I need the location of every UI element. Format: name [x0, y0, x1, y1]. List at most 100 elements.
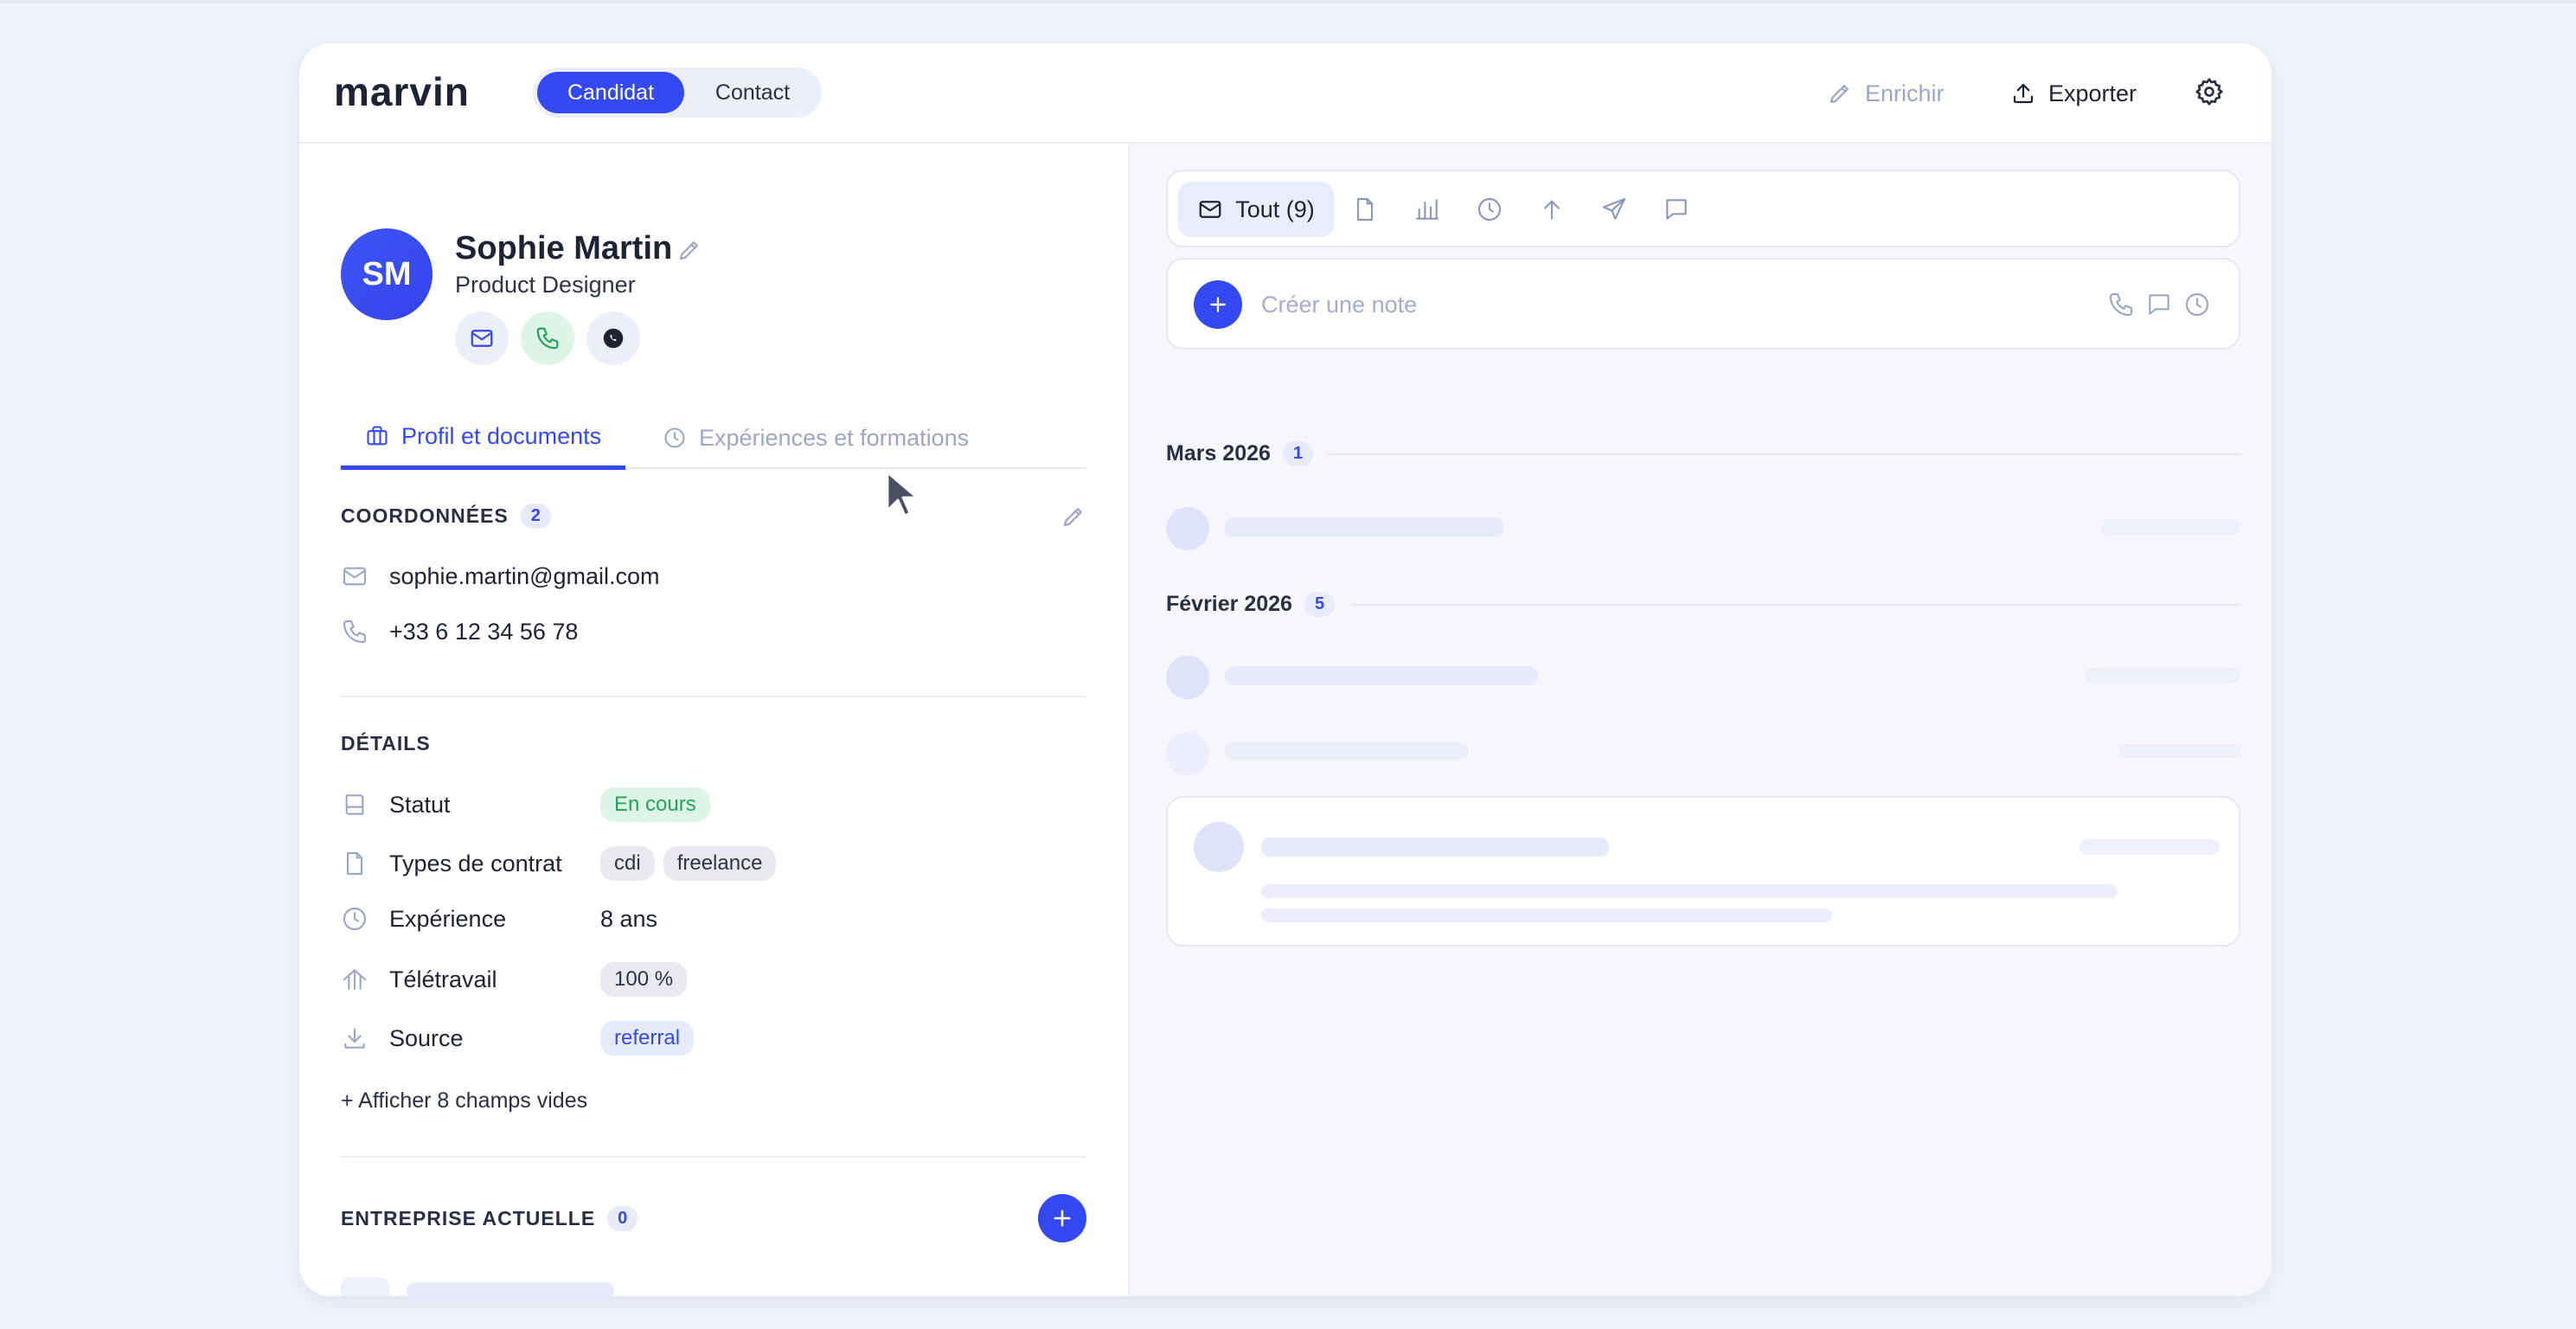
contract-tag-freelance[interactable]: freelance [663, 846, 777, 881]
mail-icon [343, 567, 367, 586]
create-note-bar [1166, 258, 2240, 350]
detail-label: Statut [389, 791, 451, 818]
home-arrow-icon [343, 969, 367, 990]
plus-icon [1054, 1210, 1071, 1227]
document-icon [346, 851, 363, 876]
skeleton-line [2102, 519, 2240, 535]
section-title: ENTREPRISE ACTUELLE [341, 1207, 596, 1229]
skeleton-line [2119, 744, 2240, 758]
tab-label: Profil et documents [401, 422, 602, 449]
month-divider-line [1351, 604, 2240, 606]
tab-experiences-formations[interactable]: Expériences et formations [663, 407, 969, 469]
edit-name-pencil-icon[interactable] [676, 237, 702, 263]
profile-tabs: Profil et documents Expériences et forma… [341, 407, 1086, 470]
filter-clock-icon[interactable] [1476, 196, 1503, 223]
show-empty-fields-link[interactable]: + Afficher 8 champs vides [341, 1088, 587, 1114]
activity-skeleton-card [1166, 796, 2240, 947]
toggle-candidat[interactable]: Candidat [537, 72, 684, 113]
source-badge[interactable]: referral [600, 1021, 695, 1056]
skeleton-line [1261, 838, 1609, 857]
whatsapp-icon [603, 328, 624, 349]
skeleton-avatar [1166, 732, 1209, 775]
filter-document-icon[interactable] [1351, 196, 1379, 223]
briefcase-icon [367, 426, 388, 446]
email-action-button[interactable] [455, 311, 509, 365]
schedule-clock-icon[interactable] [2183, 291, 2211, 318]
company-skeleton-logo [341, 1277, 389, 1296]
mode-toggle: Candidat Contact [533, 67, 822, 118]
activity-filter-bar: Tout (9) [1166, 170, 2240, 247]
skeleton-line [1225, 517, 1503, 536]
month-divider-line [1327, 453, 2240, 455]
upload-icon [2013, 83, 2034, 104]
phone-icon [343, 620, 367, 644]
detail-row-statut: Statut En cours [341, 787, 719, 822]
teletravail-badge[interactable]: 100 % [600, 962, 688, 997]
book-icon [345, 794, 364, 815]
detail-label: Expérience [389, 905, 507, 932]
month-header-mars: Mars 2026 1 [1166, 441, 1314, 466]
candidate-role: Product Designer [455, 272, 636, 298]
tab-profil-documents[interactable]: Profil et documents [341, 407, 626, 470]
filter-all-tab[interactable]: Tout (9) [1178, 182, 1334, 237]
skeleton-avatar [1166, 507, 1209, 550]
skeleton-line [2079, 839, 2220, 855]
download-icon [344, 1028, 365, 1049]
filter-comment-icon[interactable] [1663, 196, 1690, 223]
svg-text:marvin: marvin [334, 73, 470, 114]
log-call-phone-icon[interactable] [2107, 291, 2135, 318]
month-label: Mars 2026 [1166, 441, 1271, 465]
clock-icon [664, 427, 685, 448]
month-header-fevrier: Février 2026 5 [1166, 592, 1336, 617]
add-company-button[interactable] [1038, 1194, 1086, 1242]
company-count-badge: 0 [607, 1206, 638, 1231]
create-note-input[interactable] [1261, 280, 2040, 329]
filter-arrow-up-icon[interactable] [1538, 196, 1566, 223]
detail-row-source: Source referral [341, 1021, 702, 1056]
app-window: marvin Candidat Contact Enrichir Exporte… [299, 43, 2272, 1296]
call-action-button[interactable] [521, 311, 574, 365]
toggle-contact[interactable]: Contact [688, 72, 817, 113]
filter-chart-icon[interactable] [1413, 196, 1441, 223]
coordonnees-count-badge: 2 [520, 504, 551, 529]
mouse-cursor-icon [886, 471, 919, 517]
mail-icon [471, 330, 493, 347]
email-row: sophie.martin@gmail.com [341, 562, 660, 590]
settings-gear-icon[interactable] [2194, 76, 2225, 107]
filter-all-label: Tout (9) [1235, 196, 1315, 222]
window-top-border [0, 0, 2576, 3]
export-label: Exporter [2048, 80, 2137, 106]
month-label: Février 2026 [1166, 592, 1292, 616]
marvin-logo: marvin [334, 73, 470, 114]
experience-value[interactable]: 8 ans [600, 906, 657, 933]
activity-panel: Tout (9) Mars 2026 1 [1130, 144, 2272, 1296]
detail-row-experience: Expérience 8 ans [341, 905, 657, 933]
log-message-comment-icon[interactable] [2145, 291, 2173, 318]
email-value[interactable]: sophie.martin@gmail.com [389, 563, 660, 590]
details-heading: DÉTAILS [341, 732, 431, 755]
candidate-name: Sophie Martin [455, 230, 673, 266]
skeleton-avatar [1194, 822, 1244, 872]
filter-send-icon[interactable] [1600, 196, 1628, 223]
enrich-label: Enrichir [1865, 80, 1945, 106]
clock-icon [343, 907, 367, 931]
skeleton-avatar [1166, 656, 1209, 699]
tab-label: Expériences et formations [699, 424, 970, 451]
skeleton-line [1261, 908, 1832, 922]
month-count-badge: 5 [1304, 592, 1336, 617]
contract-tag-cdi[interactable]: cdi [600, 846, 655, 881]
edit-coordonnees-pencil-icon[interactable] [1061, 504, 1086, 530]
month-count-badge: 1 [1282, 441, 1314, 466]
detail-row-contrat: Types de contrat cdi freelance [341, 846, 785, 881]
enrich-button[interactable]: Enrichir [1827, 69, 1945, 118]
whatsapp-action-button[interactable] [586, 311, 640, 365]
section-title: DÉTAILS [341, 732, 431, 754]
phone-value[interactable]: +33 6 12 34 56 78 [389, 619, 578, 645]
company-heading: ENTREPRISE ACTUELLE 0 [341, 1206, 638, 1231]
create-note-button[interactable] [1194, 280, 1242, 329]
skeleton-line [1225, 742, 1469, 760]
company-skeleton-line [407, 1282, 614, 1296]
skeleton-line [1225, 666, 1538, 685]
export-button[interactable]: Exporter [2010, 69, 2137, 118]
status-badge[interactable]: En cours [600, 787, 710, 822]
